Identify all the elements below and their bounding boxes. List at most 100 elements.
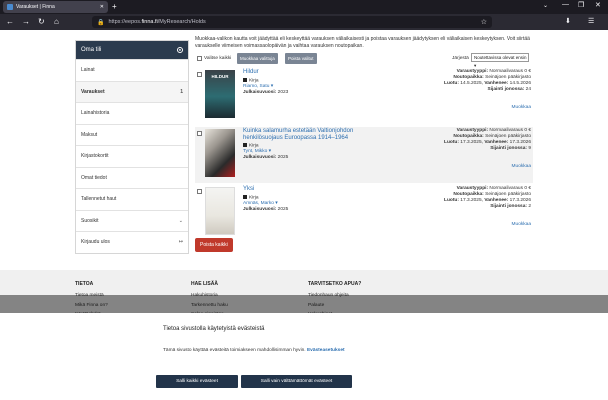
hold-details: Varaustyyppi: Normaalivaraus 0 € Noutopa… — [444, 186, 531, 209]
year-line: Julkaisuvuosi: 2025 — [243, 155, 289, 160]
select-all-checkbox[interactable] — [197, 56, 202, 61]
sidebar-item-label: Omat tiedot — [81, 174, 107, 181]
sidebar-heading[interactable]: Oma tili ● — [76, 41, 188, 59]
pickup-location: Seinäjoen pääkirjasto — [485, 192, 531, 197]
accept-all-cookies-button[interactable]: Salli kaikki evästeet — [156, 375, 238, 388]
expires-date: 14.5.2026 — [509, 81, 531, 86]
hold-checkbox[interactable] — [197, 131, 202, 136]
reload-icon[interactable]: ↻ — [38, 17, 45, 27]
cookie-title: Tietoa sivustolla käytetyistä evästeistä — [163, 326, 265, 332]
select-all-label: Valitse kaikki — [204, 56, 232, 61]
hold-type: Normaalivaraus 0 € — [489, 128, 531, 133]
sidebar-item-omat-tiedot[interactable]: Omat tiedot — [76, 166, 188, 189]
bookmark-star-icon[interactable]: ☆ — [481, 18, 487, 26]
created-date: 17.3.2025 — [460, 140, 482, 145]
sidebar-item-logout[interactable]: Kirjaudu ulos ↦ — [76, 231, 188, 253]
year-line: Julkaisuvuosi: 2025 — [243, 207, 289, 212]
book-icon — [243, 143, 247, 147]
delete-selected-button[interactable]: Poista valitut — [285, 53, 317, 64]
url-protocol: https:// — [108, 19, 125, 25]
cookie-consent-dialog: Tietoa sivustolla käytetyistä evästeistä… — [0, 313, 608, 400]
year-line: Julkaisuvuosi: 2023 — [243, 90, 289, 95]
sidebar-item-kirjastokortit[interactable]: Kirjastokortit — [76, 145, 188, 167]
holds-count-badge: 1 — [180, 88, 183, 95]
hold-row: Yksi Kirja Amnäs, Marko ▾ Julkaisuvuosi:… — [195, 185, 533, 241]
book-icon — [243, 195, 247, 199]
sidebar-item-maksut[interactable]: Maksut — [76, 123, 188, 146]
hold-checkbox[interactable] — [197, 72, 202, 77]
chevron-down-icon: ⌄ — [178, 217, 183, 224]
footer-heading: HAE LISÄÄ — [191, 281, 218, 287]
close-tab-icon[interactable]: ✕ — [100, 4, 104, 10]
book-cover-image[interactable] — [205, 187, 235, 235]
sidebar-item-tallennetut-haut[interactable]: Tallennetut haut — [76, 188, 188, 210]
logout-icon: ↦ — [178, 239, 183, 246]
address-bar[interactable]: 🔒 https://eepos.finna.fi/MyResearch/Hold… — [92, 16, 492, 28]
created-date: 14.5.2025 — [460, 81, 482, 86]
book-cover-image[interactable]: HILDUR — [205, 70, 235, 118]
book-icon — [243, 78, 247, 82]
sidebar-item-varaukset[interactable]: Varaukset 1 — [76, 80, 188, 102]
sidebar-item-label: Tallennetut haut — [81, 196, 117, 203]
browser-tab[interactable]: Varaukset | Finna ✕ — [3, 1, 108, 13]
favicon-icon — [7, 4, 13, 10]
download-icon[interactable]: ⬇ — [565, 17, 571, 27]
close-window-icon[interactable]: ✕ — [595, 1, 601, 9]
forward-icon[interactable]: → — [22, 17, 30, 27]
lock-icon: 🔒 — [97, 19, 105, 26]
sidebar-item-lainat[interactable]: Lainat — [76, 59, 188, 81]
cookie-settings-link[interactable]: Evästeasetukset — [307, 348, 345, 353]
account-sidebar: Oma tili ● Lainat Varaukset 1 Lainahistor… — [75, 40, 189, 254]
cover-title: HILDUR — [211, 74, 229, 79]
url-domain: finna.fi — [141, 19, 158, 25]
sidebar-item-label: Maksut — [81, 131, 98, 138]
edit-hold-link[interactable]: Muokkaa — [512, 105, 531, 110]
sort-label: Järjestä — [452, 56, 469, 61]
browser-navbar: ← → ↻ ⌂ 🔒 https://eepos.finna.fi/MyResea… — [0, 14, 608, 30]
expires-date: 17.3.2026 — [509, 198, 531, 203]
accept-necessary-cookies-button[interactable]: Salli vain välttämättömät evästeet — [241, 375, 352, 388]
back-icon[interactable]: ← — [6, 17, 14, 27]
hold-type: Normaalivaraus 0 € — [489, 186, 531, 191]
book-cover-image[interactable] — [205, 129, 235, 177]
tab-title: Varaukset | Finna — [16, 4, 55, 10]
hold-title-link[interactable]: Hildur — [243, 69, 393, 76]
sidebar-item-suosikit[interactable]: Suosikit ⌄ — [76, 209, 188, 232]
page: Oma tili ● Lainat Varaukset 1 Lainahistor… — [0, 30, 608, 400]
hold-checkbox[interactable] — [197, 189, 202, 194]
home-icon[interactable]: ⌂ — [54, 17, 59, 27]
edit-hold-link[interactable]: Muokkaa — [512, 222, 531, 227]
hold-row: HILDUR Hildur Kirja Riamo, Satu ▾ Julkai… — [195, 68, 533, 124]
sidebar-item-label: Kirjaudu ulos — [81, 239, 110, 246]
delete-all-button[interactable]: Poista kaikki — [195, 238, 233, 252]
maximize-icon[interactable]: ❐ — [578, 1, 584, 9]
footer-heading: TARVITSETKO APUA? — [308, 281, 362, 287]
new-tab-icon[interactable]: + — [112, 2, 117, 12]
created-date: 17.3.2025 — [460, 198, 482, 203]
hold-title-link[interactable]: Yksi — [243, 186, 393, 193]
format: Kirja — [249, 143, 259, 149]
hold-details: Varaustyyppi: Normaalivaraus 0 € Noutopa… — [444, 128, 531, 151]
url-host-prefix: eepos. — [125, 19, 142, 25]
hold-row: Kuinka salamurha estetään Valtionjohdon … — [195, 127, 533, 183]
menu-icon[interactable]: ☰ — [588, 17, 594, 27]
hold-type: Normaalivaraus 0 € — [489, 69, 531, 74]
sidebar-item-label: Varaukset — [81, 88, 105, 95]
sidebar-heading-label: Oma tili — [81, 47, 102, 53]
list-tabs-icon[interactable]: ⌄ — [543, 2, 548, 9]
pickup-location: Seinäjoen pääkirjasto — [485, 75, 531, 80]
hold-title-link[interactable]: Kuinka salamurha estetään Valtionjohdon … — [243, 128, 393, 142]
url-text: https://eepos.finna.fi/MyResearch/Holds — [108, 19, 205, 25]
format: Kirja — [249, 195, 259, 201]
edit-hold-link[interactable]: Muokkaa — [512, 164, 531, 169]
sort-select[interactable]: Noutettavissa olevat ensin ▾ — [471, 53, 529, 68]
select-all[interactable]: Valitse kaikki — [197, 56, 231, 61]
sidebar-item-lainahistoria[interactable]: Lainahistoria — [76, 102, 188, 124]
format: Kirja — [249, 78, 259, 84]
browser-tabbar: Varaukset | Finna ✕ + ⌄ — ❐ ✕ — [0, 0, 608, 14]
edit-selected-button[interactable]: Muokkaa valittuja — [237, 53, 278, 64]
minimize-icon[interactable]: — — [562, 1, 569, 8]
cookie-body: Tämä sivusto käyttää evästeitä toimiakse… — [163, 348, 345, 353]
pickup-location: Seinäjoen pääkirjasto — [485, 134, 531, 139]
sidebar-item-label: Lainat — [81, 67, 95, 74]
